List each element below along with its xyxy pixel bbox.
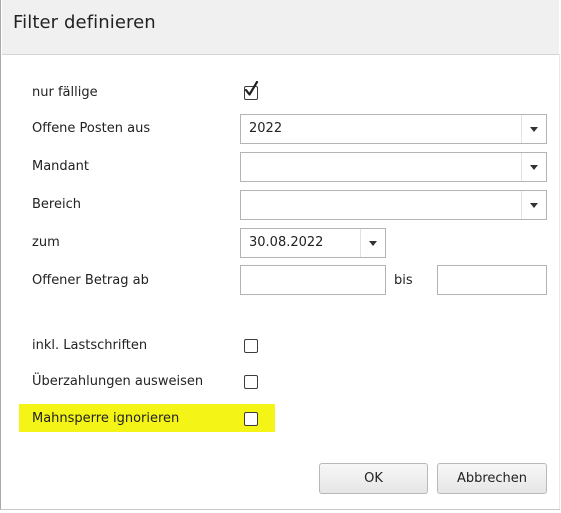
bereich-dropdown[interactable] <box>240 190 547 220</box>
offener-betrag-to-input[interactable] <box>437 265 547 295</box>
ok-button[interactable]: OK <box>319 463 428 494</box>
offene-posten-label: Offene Posten aus <box>32 121 151 136</box>
zum-label: zum <box>32 235 60 250</box>
zum-date-value: 30.08.2022 <box>249 235 324 250</box>
offene-posten-dropdown[interactable]: 2022 <box>240 114 547 144</box>
ueberzahlungen-label: Überzahlungen ausweisen <box>32 374 204 389</box>
chevron-down-icon <box>530 165 538 170</box>
mandant-dropdown[interactable] <box>240 152 547 182</box>
bereich-label: Bereich <box>32 197 81 212</box>
dialog-titlebar: Filter definieren <box>2 0 559 55</box>
chevron-down-icon <box>530 203 538 208</box>
dialog-title: Filter definieren <box>13 12 156 33</box>
mandant-dropdown-button[interactable] <box>521 153 546 181</box>
nur-faellige-label: nur fällige <box>32 85 98 100</box>
chevron-down-icon <box>369 241 377 246</box>
bereich-dropdown-button[interactable] <box>521 191 546 219</box>
ueberzahlungen-checkbox[interactable] <box>244 375 258 389</box>
chevron-down-icon <box>530 127 538 132</box>
cancel-button[interactable]: Abbrechen <box>437 463 547 494</box>
nur-faellige-checkbox[interactable] <box>244 81 259 100</box>
offene-posten-value: 2022 <box>249 121 283 136</box>
dialog-edge <box>559 54 560 509</box>
mahnsperre-checkbox[interactable] <box>244 412 258 426</box>
lastschriften-label: inkl. Lastschriften <box>32 338 148 353</box>
mandant-label: Mandant <box>32 159 89 174</box>
zum-date-dropdown-button[interactable] <box>360 229 385 257</box>
filter-dialog: Filter definieren nur fällige Offene Pos… <box>0 0 560 510</box>
lastschriften-checkbox[interactable] <box>244 339 258 353</box>
offene-posten-dropdown-button[interactable] <box>521 115 546 143</box>
mahnsperre-label: Mahnsperre ignorieren <box>32 411 180 426</box>
offener-betrag-label: Offener Betrag ab <box>32 273 149 288</box>
bis-label: bis <box>394 273 413 288</box>
offener-betrag-from-input[interactable] <box>240 265 386 295</box>
zum-date-picker[interactable]: 30.08.2022 <box>240 228 386 258</box>
checkmark-icon <box>244 81 259 96</box>
